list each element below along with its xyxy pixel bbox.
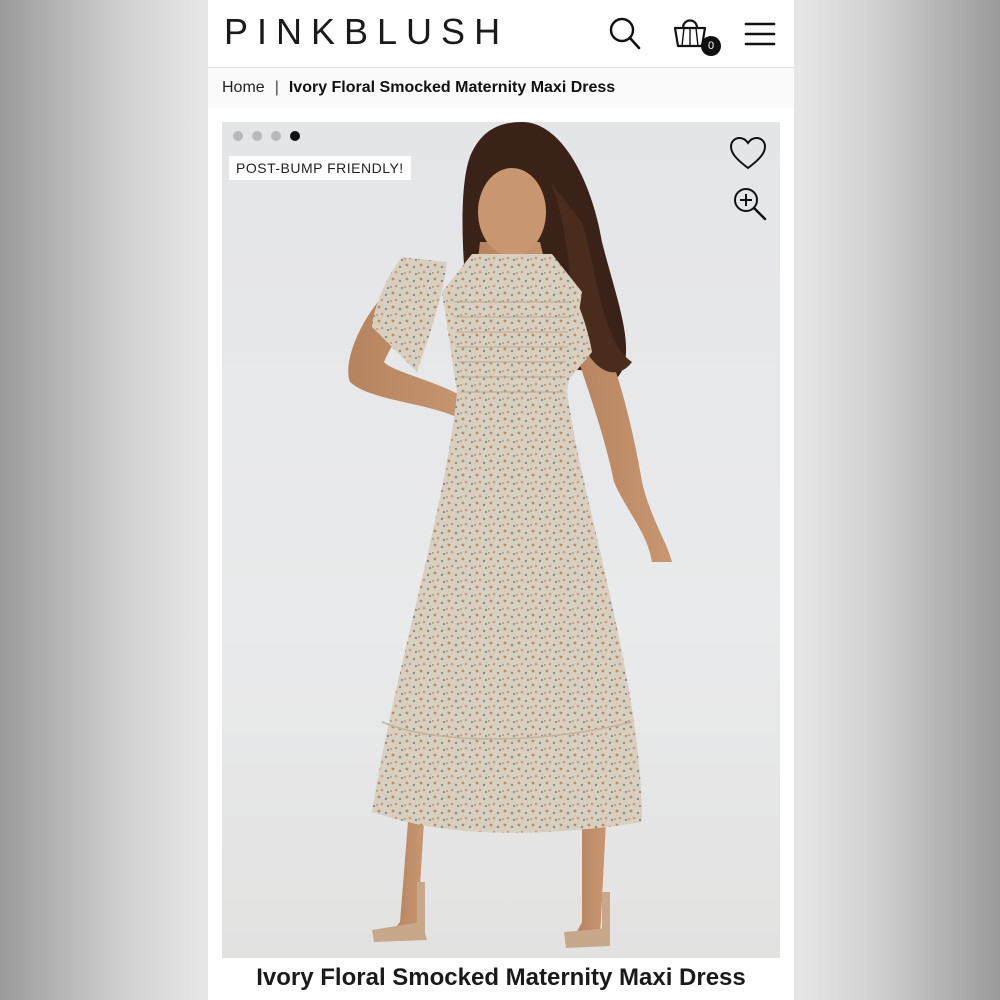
product-image-gallery[interactable]: POST-BUMP FRIENDLY! xyxy=(222,122,780,958)
phone-screen: PINKBLUSH 0 Home | Ivory Floral Smocked Ma… xyxy=(208,0,794,1000)
product-photo xyxy=(348,122,672,948)
search-icon[interactable] xyxy=(606,14,646,54)
breadcrumb-separator: | xyxy=(274,79,279,96)
brand-logo[interactable]: PINKBLUSH xyxy=(224,10,509,54)
site-header: PINKBLUSH 0 xyxy=(208,0,794,68)
product-title: Ivory Floral Smocked Maternity Maxi Dres… xyxy=(256,964,746,991)
carousel-dot[interactable] xyxy=(271,131,281,141)
carousel-dots xyxy=(233,131,300,141)
hamburger-menu-icon[interactable] xyxy=(740,14,780,54)
carousel-dot[interactable] xyxy=(233,131,243,141)
breadcrumb: Home | Ivory Floral Smocked Maternity Maxi… xyxy=(208,68,794,108)
promo-badge: POST-BUMP FRIENDLY! xyxy=(229,156,411,180)
breadcrumb-home-link[interactable]: Home xyxy=(222,79,265,96)
breadcrumb-current: Ivory Floral Smocked Maternity Maxi Dres… xyxy=(288,79,616,96)
carousel-dot[interactable] xyxy=(252,131,262,141)
heart-icon[interactable] xyxy=(728,134,768,174)
zoom-in-icon[interactable] xyxy=(732,186,768,222)
cart-count-badge: 0 xyxy=(701,36,721,56)
carousel-dot-active[interactable] xyxy=(290,131,300,141)
